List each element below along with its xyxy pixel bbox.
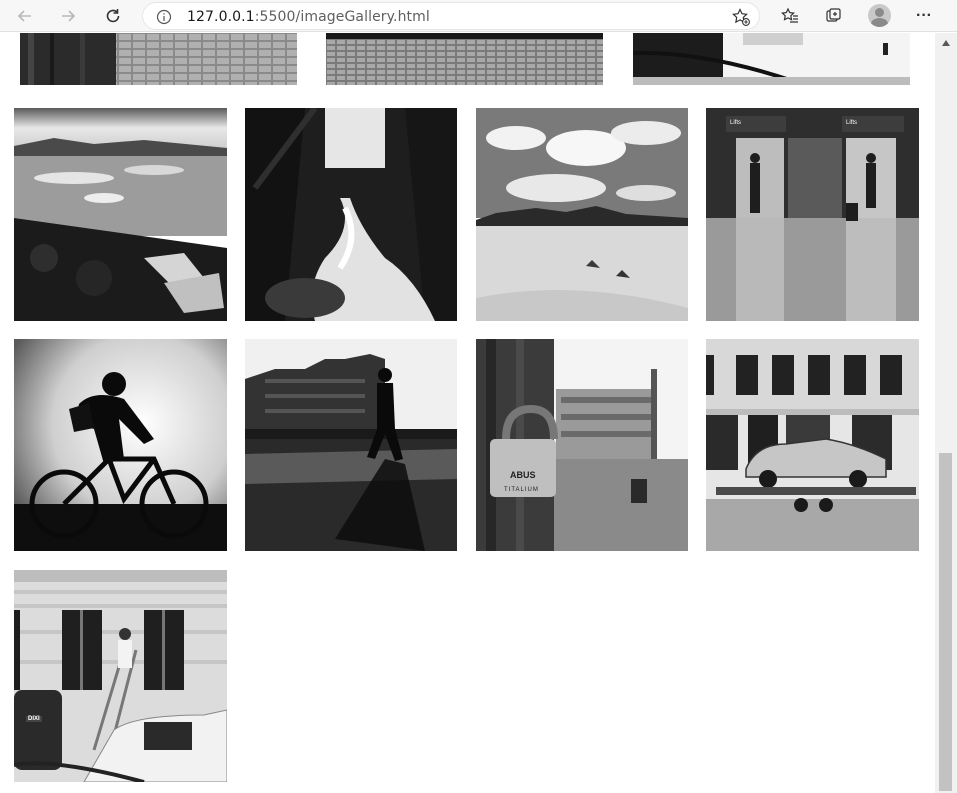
- page-scrollbar[interactable]: [935, 33, 957, 793]
- scroll-up-arrow-icon[interactable]: [935, 33, 957, 53]
- collections-icon: [826, 8, 841, 22]
- favorites-button[interactable]: [777, 4, 803, 28]
- page-viewport: Lifts Lifts ABUS TITALIUM DIXI: [0, 33, 935, 793]
- scrollbar-thumb[interactable]: [939, 453, 952, 791]
- url-path: :5500/imageGallery.html: [254, 9, 430, 25]
- reload-icon: [106, 9, 120, 23]
- toilet-sign: DIXI: [26, 716, 42, 722]
- forward-button[interactable]: [55, 4, 81, 28]
- favorites-icon: [781, 7, 798, 23]
- painter-ladder-photo[interactable]: DIXI: [14, 570, 227, 782]
- lifts-sign-left: Lifts: [730, 120, 742, 126]
- profile-avatar-icon[interactable]: [868, 4, 891, 27]
- collections-button[interactable]: [821, 4, 847, 28]
- padlock-brand: ABUS: [510, 470, 536, 480]
- more-menu-button[interactable]: ···: [912, 4, 936, 28]
- reload-button[interactable]: [100, 4, 126, 28]
- arrow-left-icon: [17, 10, 31, 22]
- url-host: 127.0.0.1: [187, 9, 255, 25]
- cyclist-silhouette-photo[interactable]: [14, 339, 227, 551]
- city-walker-silhouette-photo[interactable]: [245, 339, 457, 551]
- classic-car-trailer-photo[interactable]: [706, 339, 919, 551]
- back-button[interactable]: [12, 4, 38, 28]
- lifts-sign-right: Lifts: [846, 120, 858, 126]
- url-text[interactable]: 127.0.0.1:5500/imageGallery.html: [187, 9, 430, 25]
- white-van-photo[interactable]: [633, 33, 910, 85]
- abus-padlock-photo[interactable]: ABUS TITALIUM: [476, 339, 688, 551]
- star-plus-icon[interactable]: [731, 7, 751, 27]
- glacier-lagoon-photo[interactable]: [14, 108, 227, 321]
- browser-toolbar: 127.0.0.1:5500/imageGallery.html ···: [0, 0, 957, 32]
- desert-dunes-photo[interactable]: [476, 108, 688, 321]
- padlock-model: TITALIUM: [504, 487, 539, 493]
- info-icon[interactable]: [155, 8, 173, 26]
- arrow-right-icon: [62, 10, 76, 22]
- address-bar[interactable]: 127.0.0.1:5500/imageGallery.html: [142, 2, 760, 30]
- station-lifts-photo[interactable]: Lifts Lifts: [706, 108, 919, 321]
- cobblestone-wall-photo[interactable]: [20, 33, 297, 85]
- forest-waterfall-photo[interactable]: [245, 108, 457, 321]
- cobblestone-street-photo[interactable]: [326, 33, 603, 85]
